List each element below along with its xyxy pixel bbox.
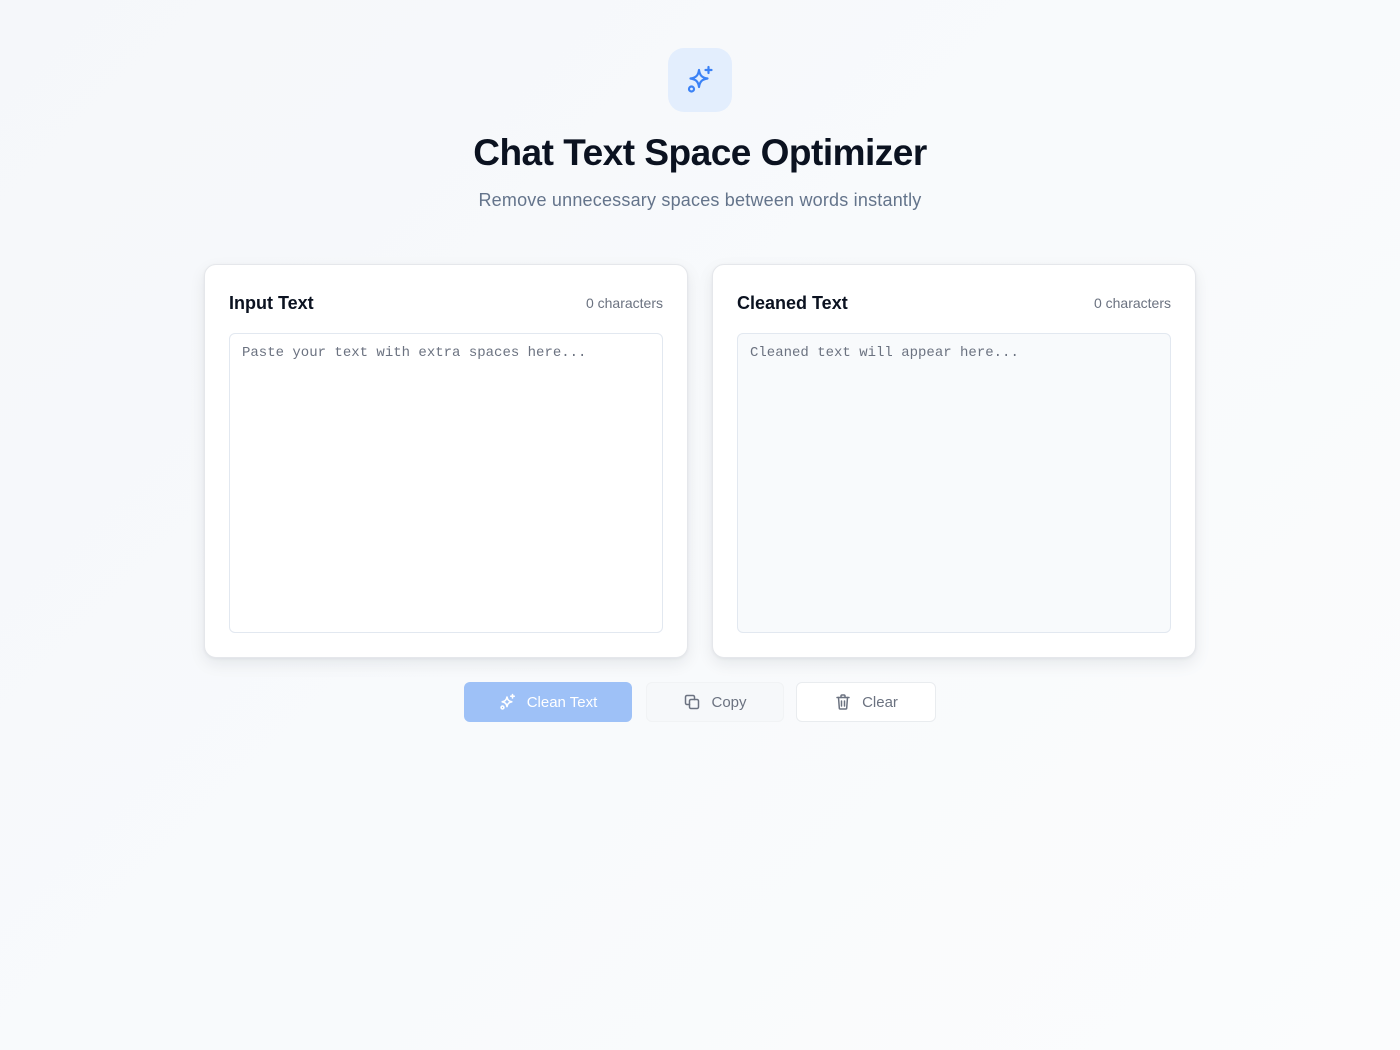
output-card-title: Cleaned Text <box>737 292 848 313</box>
output-card: Cleaned Text 0 characters <box>712 264 1196 658</box>
page-subtitle: Remove unnecessary spaces between words … <box>478 190 922 210</box>
output-textarea[interactable] <box>737 333 1171 633</box>
page-title: Chat Text Space Optimizer <box>473 132 927 173</box>
clean-text-label: Clean Text <box>526 693 598 711</box>
app-root: Chat Text Space Optimizer Remove unneces… <box>0 0 1400 1050</box>
input-char-count: 0 characters <box>585 295 663 311</box>
input-textarea[interactable] <box>229 333 663 633</box>
output-char-count: 0 characters <box>1093 295 1171 311</box>
clear-button[interactable]: Clear <box>796 682 936 722</box>
copy-button[interactable]: Copy <box>646 682 784 722</box>
clear-label: Clear <box>862 693 898 711</box>
copy-icon <box>683 693 701 711</box>
input-card-header: Input Text 0 characters <box>229 291 663 315</box>
sparkles-icon <box>684 64 716 96</box>
sparkles-icon <box>499 693 517 711</box>
clean-text-button[interactable]: Clean Text <box>464 682 632 722</box>
input-card: Input Text 0 characters <box>204 264 688 658</box>
copy-label: Copy <box>711 693 747 711</box>
logo-tile <box>668 48 732 112</box>
input-card-title: Input Text <box>229 292 314 313</box>
output-card-header: Cleaned Text 0 characters <box>737 291 1171 315</box>
trash-icon <box>834 693 852 711</box>
